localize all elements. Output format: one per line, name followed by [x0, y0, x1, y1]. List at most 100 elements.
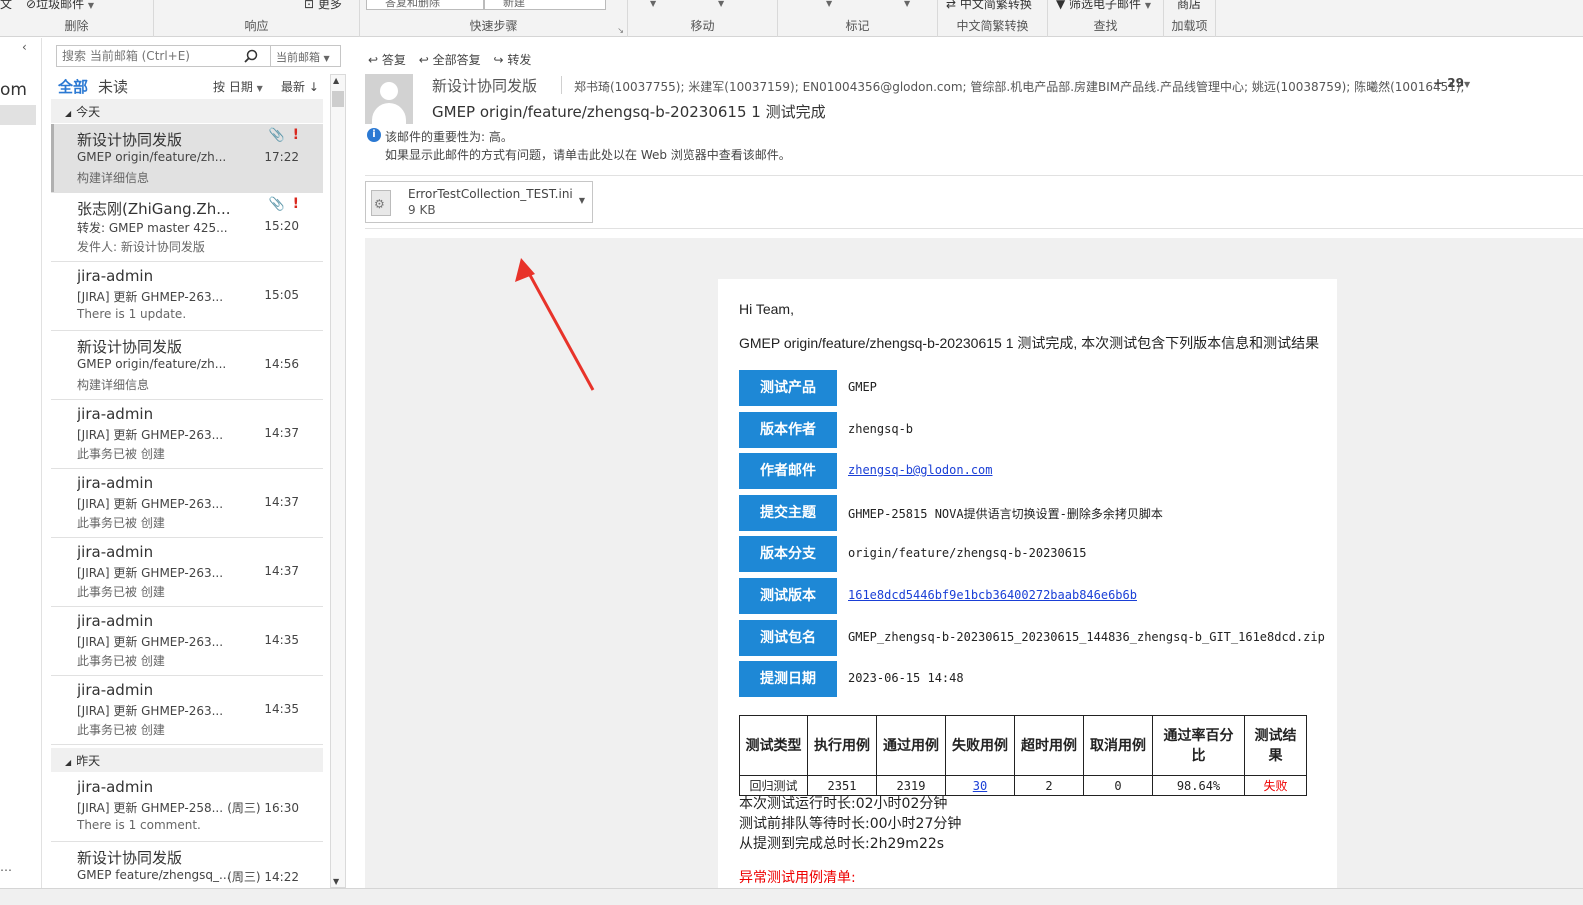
junk-mail-label: 垃圾邮件	[36, 0, 85, 11]
info-label: 提交主题	[739, 494, 837, 531]
mail-time: 15:05	[264, 288, 299, 302]
mail-time: 14:37	[264, 564, 299, 578]
list-item[interactable]: 张志刚(ZhiGang.Zh... 转发: GMEP master 425... 1…	[51, 193, 323, 262]
sort-order-button[interactable]: 最新 ↓	[281, 78, 319, 95]
filter-email-button[interactable]: ▼ 筛选电子邮件 ▼	[1056, 0, 1151, 12]
ribbon-group-convert: ⇄ 中文简繁转换 中文简繁转换	[938, 0, 1048, 37]
search-input[interactable]	[62, 48, 237, 64]
mail-sender: 新设计协同发版	[77, 131, 183, 149]
more-dots-icon[interactable]: …	[0, 860, 12, 874]
mail-preview: 此事务已被 创建	[77, 585, 165, 599]
recipients-list[interactable]: 郑书琦(10037755); 米建军(10037159); EN01004356…	[574, 78, 1465, 95]
tab-unread[interactable]: 未读	[98, 78, 128, 96]
convert-button[interactable]: ⇄ 中文简繁转换	[946, 0, 1032, 12]
selected-folder-highlight[interactable]	[0, 105, 36, 125]
mail-time: 14:35	[264, 633, 299, 647]
mail-subject-line: GMEP feature/zhengsq_...	[77, 868, 231, 882]
mail-preview: 发件人: 新设计协同发版	[77, 240, 205, 254]
store-button[interactable]: 商店	[1177, 0, 1201, 12]
sort-by-dropdown[interactable]: 按 日期 ▼	[213, 78, 263, 95]
attachment-name: ErrorTestCollection_TEST.ini	[408, 187, 573, 201]
importance-notice: 该邮件的重要性为: 高。	[385, 130, 513, 144]
list-item[interactable]: jira-admin [JIRA] 更新 GHMEP-263... 15:05 The…	[51, 262, 323, 331]
mail-preview: 此事务已被 创建	[77, 447, 165, 461]
ribbon-group-quicksteps: 答复和删除 新建 快速步骤 ↘	[360, 0, 628, 37]
attachment-size: 9 KB	[408, 203, 436, 217]
info-link[interactable]: zhengsq-b@glodon.com	[848, 463, 993, 477]
list-item[interactable]: jira-admin [JIRA] 更新 GHMEP-263... 14:35 此事务…	[51, 676, 323, 745]
mail-sender: jira-admin	[77, 405, 154, 423]
reply-button[interactable]: ↩ 答复	[368, 53, 406, 67]
junk-mail-button[interactable]: ⊘垃圾邮件 ▼	[26, 0, 94, 12]
scroll-up-icon[interactable]: ▲	[333, 76, 339, 85]
reply-label: 答复	[381, 53, 406, 67]
list-item[interactable]: jira-admin [JIRA] 更新 GHMEP-258... (周三) 16:…	[51, 773, 323, 842]
quickstep-reply-delete[interactable]: 答复和删除	[366, 0, 484, 10]
mail-preview: 构建详细信息	[77, 378, 150, 392]
sender-avatar[interactable]	[365, 74, 413, 124]
ribbon-group-addins: 商店 加载项	[1164, 0, 1216, 37]
ribbon: 文 ⊘垃圾邮件 ▼ 删除 ⊡ 更多 响应 答复和删除 新建 快速步骤 ↘ ▼ ▼…	[0, 0, 1583, 37]
followup-dropdown-icon[interactable]: ▼	[904, 0, 910, 9]
info-label: 版本分支	[739, 536, 837, 573]
list-item[interactable]: jira-admin [JIRA] 更新 GHMEP-263... 14:37 此事务…	[51, 538, 323, 607]
rules-dropdown-icon[interactable]: ▼	[718, 0, 724, 9]
mail-subject: GMEP origin/feature/zhengsq-b-20230615 1…	[432, 103, 826, 121]
attachment-card[interactable]: ErrorTestCollection_TEST.ini 9 KB ▼	[365, 181, 593, 223]
ribbon-group-delete: 文 ⊘垃圾邮件 ▼ 删除	[0, 0, 154, 37]
table-header-cell: 执行用例	[807, 715, 877, 776]
filter-email-label: 筛选电子邮件	[1069, 0, 1142, 11]
quickstep-new[interactable]: 新建	[484, 0, 606, 10]
search-icon[interactable]	[243, 48, 259, 64]
info-value: GMEP	[848, 380, 877, 394]
group-header-today[interactable]: ◢ 今天	[51, 99, 323, 123]
info-label: 提测日期	[739, 661, 837, 698]
list-item[interactable]: jira-admin [JIRA] 更新 GHMEP-263... 14:37 此事务…	[51, 400, 323, 469]
failed-count-link[interactable]: 30	[945, 775, 1015, 796]
mail-sender: 新设计协同发版	[77, 338, 183, 356]
convert-label: 中文简繁转换	[959, 0, 1032, 11]
info-value: GMEP_zhengsq-b-20230615_20230615_144836_…	[848, 629, 1325, 644]
list-item[interactable]: jira-admin [JIRA] 更新 GHMEP-263... 14:35 此事务…	[51, 607, 323, 676]
more-recipients-button[interactable]: + 29▼	[1433, 76, 1470, 90]
reply-all-button[interactable]: ↩ 全部答复	[419, 53, 481, 67]
sort-by-label: 按 日期	[213, 80, 253, 94]
mail-subject-line: GMEP origin/feature/zh...	[77, 150, 227, 164]
scroll-down-icon[interactable]: ▼	[333, 877, 339, 886]
table-header-cell: 通过率百分比	[1152, 715, 1245, 776]
forward-button[interactable]: ↪ 转发	[493, 53, 531, 67]
list-item[interactable]: jira-admin [JIRA] 更新 GHMEP-263... 14:37 此事务…	[51, 469, 323, 538]
move-dropdown-icon[interactable]: ▼	[650, 0, 656, 9]
categorize-dropdown-icon[interactable]: ▼	[826, 0, 832, 9]
mail-preview: 此事务已被 创建	[77, 516, 165, 530]
attachment-menu-icon[interactable]: ▼	[579, 196, 585, 205]
info-label: 测试版本	[739, 578, 837, 614]
mail-subject-line: [JIRA] 更新 GHMEP-258...	[77, 801, 224, 815]
mail-sender: jira-admin	[77, 681, 154, 699]
status-bar	[0, 888, 1583, 905]
scrollbar-thumb[interactable]	[332, 91, 344, 107]
sender-name[interactable]: 新设计协同发版	[432, 75, 537, 96]
message-list-scrollbar[interactable]: ▲ ▼	[330, 74, 346, 888]
info-value: origin/feature/zhengsq-b-20230615	[848, 546, 1087, 561]
reply-all-label: 全部答复	[432, 53, 481, 67]
dialog-launcher-icon[interactable]: ↘	[617, 26, 624, 35]
more-respond-button[interactable]: ⊡ 更多	[304, 0, 342, 12]
mail-time: (周三) 16:30	[227, 801, 299, 815]
view-in-browser-notice[interactable]: 如果显示此邮件的方式有问题，请单击此处以在 Web 浏览器中查看该邮件。	[385, 146, 791, 163]
search-scope-dropdown[interactable]: 当前邮箱 ▼	[270, 46, 341, 66]
search-box[interactable]: 当前邮箱 ▼	[56, 45, 341, 67]
collapse-triangle-icon: ◢	[65, 758, 72, 767]
info-link[interactable]: 161e8dcd5446bf9e1bcb36400272baab846e6b6b	[848, 588, 1137, 602]
folder-pane-collapsed: ‹ om …	[0, 38, 42, 888]
info-label: 版本作者	[739, 411, 837, 448]
reading-actions: ↩ 答复 ↩ 全部答复 ↪ 转发	[368, 51, 540, 68]
mail-sender: 新设计协同发版	[77, 849, 183, 867]
list-item[interactable]: 新设计协同发版 GMEP origin/feature/zh... 14:56 构建详…	[51, 331, 323, 400]
group-header-yesterday[interactable]: ◢ 昨天	[51, 748, 323, 772]
list-item[interactable]: 新设计协同发版 GMEP origin/feature/zh... 17:22 构建详…	[51, 124, 323, 193]
tab-all[interactable]: 全部	[58, 78, 88, 96]
high-importance-icon: !	[292, 127, 299, 143]
table-header-cell: 超时用例	[1014, 715, 1084, 776]
collapse-chevron-icon[interactable]: ‹	[22, 40, 27, 54]
